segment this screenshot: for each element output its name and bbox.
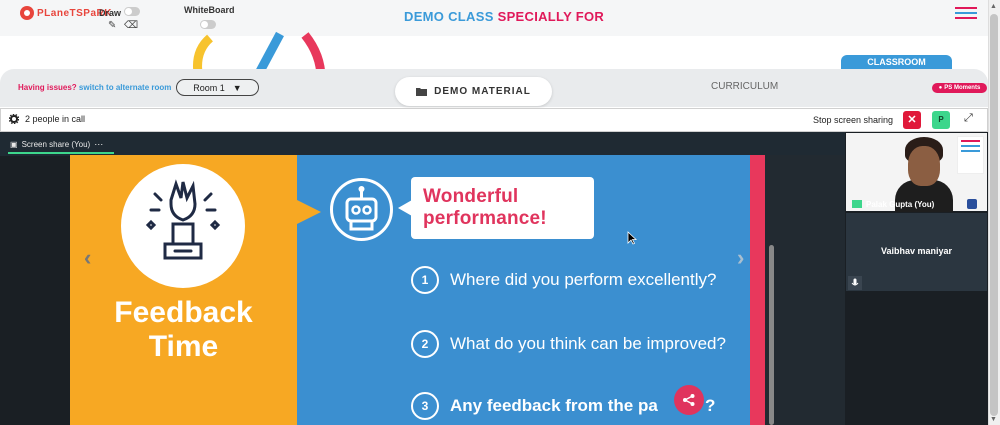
trophy-badge (121, 164, 245, 288)
scroll-down-icon[interactable]: ▼ (990, 416, 997, 423)
screen-icon: ▣ (10, 140, 18, 149)
p-button[interactable]: P (932, 111, 950, 129)
wonderful-performance-heading: Wonderful performance! (411, 177, 594, 239)
slide-edge-stripe (750, 155, 765, 425)
scroll-up-icon[interactable]: ▲ (990, 3, 997, 10)
question-item: 3 Any feedback from the pa (411, 392, 658, 420)
whiteboard-toggle[interactable] (200, 20, 216, 29)
title-part-demo-class: DEMO CLASS (404, 9, 494, 24)
page-title: DEMO CLASS SPECIALLY FOR (404, 9, 604, 24)
participant-name: Palak Gupta (You) (866, 199, 935, 209)
trophy-icon (145, 179, 221, 260)
gear-icon[interactable] (9, 114, 19, 124)
feedback-time-title: Feedback Time (70, 296, 297, 364)
issues-notice: Having issues? switch to alternate room (18, 83, 171, 92)
pin-icon[interactable] (967, 199, 977, 209)
participant-video-face (908, 146, 940, 186)
audio-level-indicator (852, 200, 862, 208)
question-item: 2 What do you think can be improved? (411, 330, 726, 358)
previous-slide-icon[interactable]: ‹ (84, 245, 91, 271)
microphone-icon (848, 276, 862, 290)
folder-icon (416, 88, 428, 96)
participant-name-tag: Palak Gupta (You) (846, 197, 987, 211)
logo-icon (20, 6, 34, 20)
slide-margin (765, 155, 845, 425)
draw-label: Draw (99, 8, 122, 18)
room-select-value: Room 1 (193, 82, 225, 93)
question-text: Where did you perform excellently? (450, 270, 717, 289)
question-item: 1 Where did you perform excellently? (411, 266, 716, 294)
question-number: 2 (411, 330, 439, 358)
stop-screen-sharing-label: Stop screen sharing (813, 115, 894, 125)
ps-moments-label: PS Moments (944, 85, 981, 91)
slide-scrollbar[interactable] (769, 245, 774, 425)
participant-video-background-poster (957, 136, 984, 174)
page-scrollbar-thumb[interactable] (990, 14, 998, 416)
ps-moments-button[interactable]: ● PS Moments (932, 83, 987, 93)
caret-down-icon: ▼ (232, 82, 242, 93)
question-text: Any feedback from the pa (450, 396, 658, 415)
next-slide-icon[interactable]: › (737, 245, 744, 271)
fullscreen-icon[interactable]: ⤢ (964, 112, 973, 125)
question-number: 1 (411, 266, 439, 294)
issues-text: Having issues? (18, 83, 77, 92)
curriculum-tab[interactable]: CURRICULUM (711, 81, 778, 92)
more-options-icon[interactable]: ⋯ (94, 139, 103, 150)
mouse-cursor-icon (627, 231, 637, 245)
people-count-text: 2 people in call (25, 114, 86, 124)
whiteboard-label: WhiteBoard (184, 5, 235, 15)
screen-share-tab-bar (0, 132, 845, 156)
eraser-icon[interactable]: ⌫ (124, 20, 138, 31)
feedback-title-line2: Time (148, 330, 219, 363)
robot-icon (330, 178, 393, 241)
camera-icon: ● (938, 85, 943, 91)
question-text: What do you think can be improved? (450, 334, 726, 353)
menu-icon[interactable] (955, 7, 977, 19)
slide-pointer-arrow (297, 200, 321, 224)
close-icon: ✕ (907, 114, 917, 126)
share-button[interactable] (674, 385, 704, 415)
people-in-call: 2 people in call (9, 114, 85, 124)
speech-bubble-tail (398, 200, 412, 216)
screen-share-tab-label: Screen share (You) (21, 140, 91, 149)
feedback-title-line1: Feedback (114, 296, 253, 329)
app-root: PLaneTSPaRK Draw ✎ ⌫ WhiteBoard DEMO CLA… (0, 0, 1000, 425)
participant-name: Vaibhav maniyar (880, 246, 953, 256)
question-number: 3 (411, 392, 439, 420)
heading-line1: Wonderful (423, 186, 519, 207)
heading-line2: performance! (423, 208, 547, 229)
pencil-icon[interactable]: ✎ (108, 20, 116, 31)
demo-material-label: DEMO MATERIAL (434, 86, 531, 97)
question-3-tail: ? (705, 396, 716, 415)
share-icon (683, 394, 695, 406)
tab-screen-share[interactable]: ▣ Screen share (You) ⋯ (10, 139, 103, 150)
draw-toggle[interactable] (124, 7, 140, 16)
stop-sharing-button[interactable]: ✕ (903, 111, 921, 129)
active-tab-indicator (8, 152, 114, 154)
demo-material-button[interactable]: DEMO MATERIAL (395, 77, 552, 106)
classroom-tab[interactable]: CLASSROOM (841, 55, 952, 69)
title-part-specially-for: SPECIALLY FOR (497, 9, 605, 24)
room-select[interactable]: Room 1 ▼ (176, 79, 259, 96)
alternate-room-link[interactable]: switch to alternate room (79, 83, 171, 92)
